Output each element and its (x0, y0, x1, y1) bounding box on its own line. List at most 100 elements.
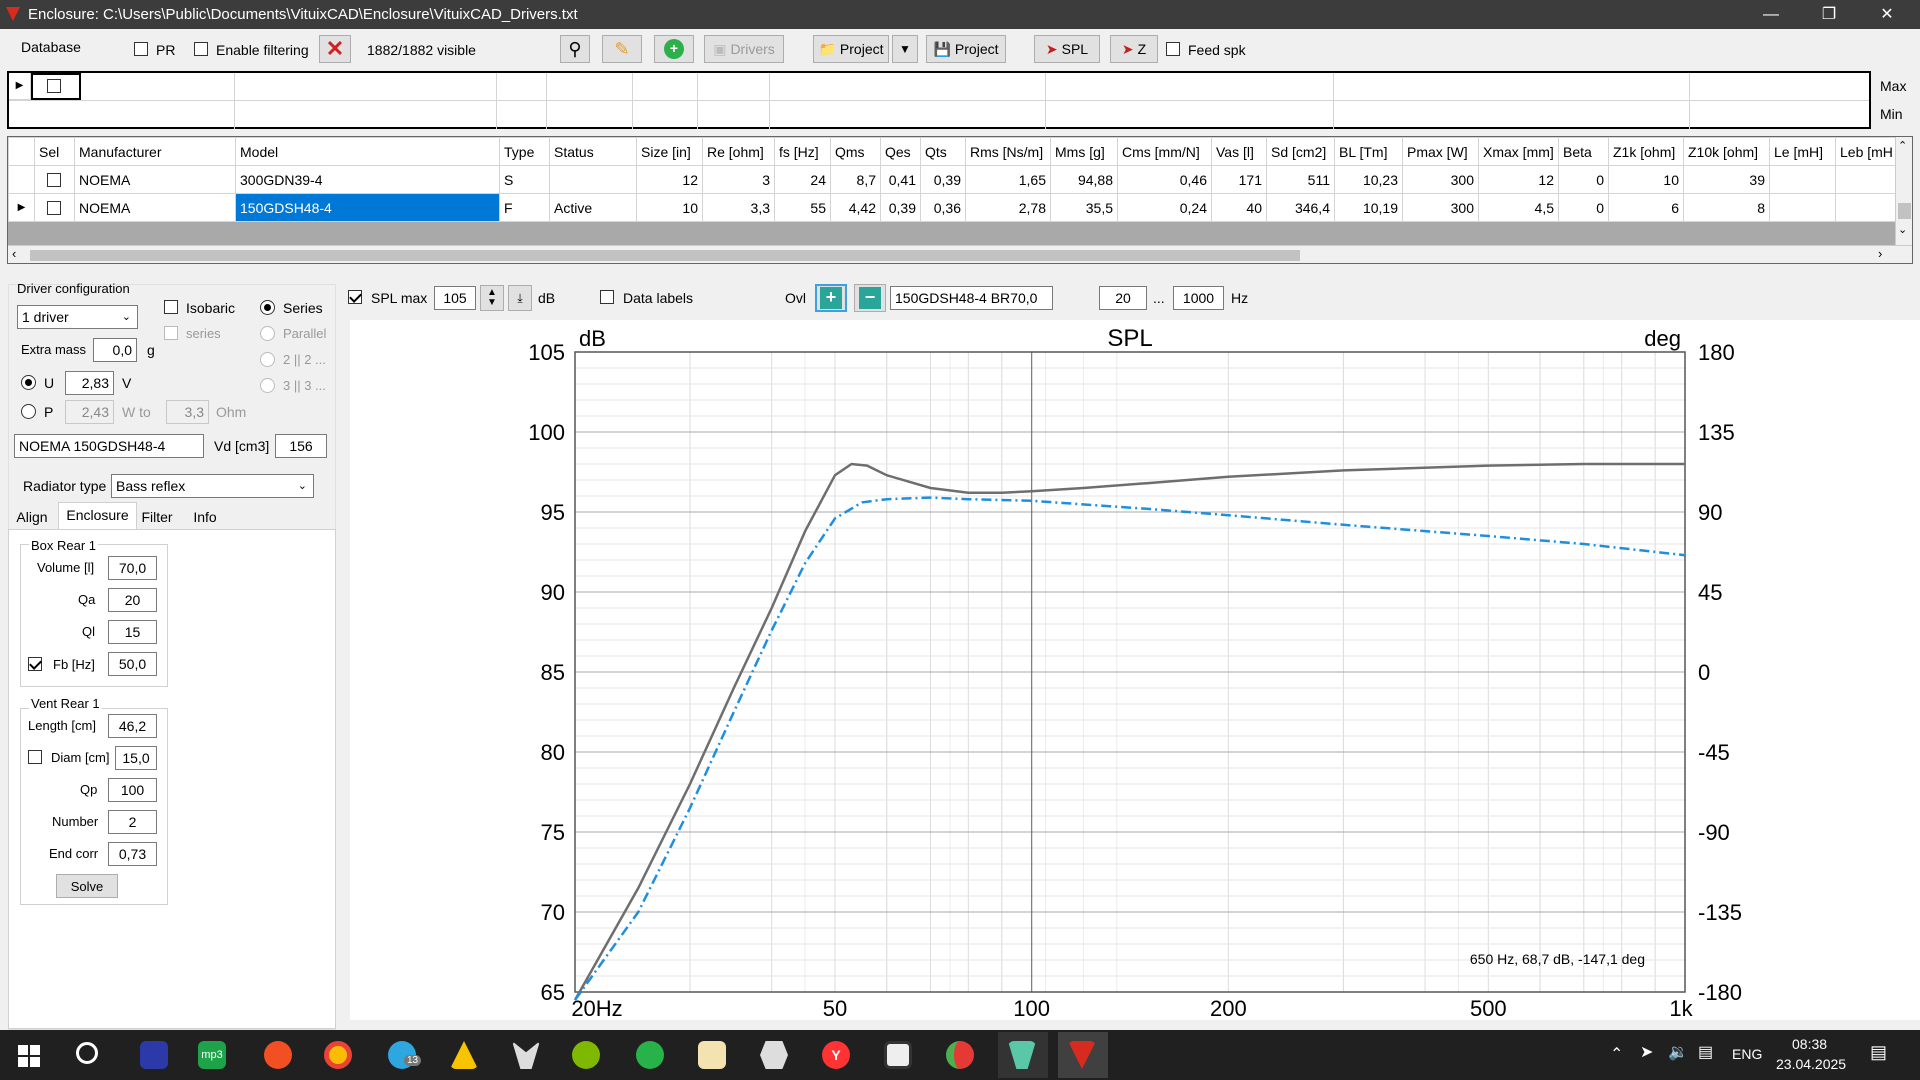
table-cell[interactable]: 8 (1683, 193, 1770, 222)
table-cell[interactable]: 10,23 (1334, 165, 1403, 194)
col-header[interactable]: Sel (34, 137, 75, 166)
table-cell[interactable]: 0,46 (1117, 165, 1212, 194)
power-radio[interactable] (21, 404, 36, 419)
table-cell[interactable]: 0,39 (880, 193, 921, 222)
volume-input[interactable]: 70,0 (108, 556, 157, 580)
table-cell[interactable] (1835, 165, 1898, 194)
row-select-checkbox[interactable] (47, 172, 61, 187)
freq-to-input[interactable]: 1000 (1173, 286, 1224, 310)
notepad-icon[interactable] (698, 1041, 726, 1069)
clock-date[interactable]: 23.04.2025 (1776, 1056, 1846, 1072)
table-cell[interactable]: 300GDN39-4 (235, 165, 500, 194)
table-cell[interactable]: 0,24 (1117, 193, 1212, 222)
spl-chart[interactable]: 105 100 95 90 85 80 75 70 65 180 135 90 45 0 -45 -90 -13… (350, 320, 1920, 1021)
ql-input[interactable]: 15 (108, 620, 157, 644)
freq-from-input[interactable]: 20 (1099, 286, 1147, 310)
col-header[interactable]: Sd [cm2] (1266, 137, 1335, 166)
spl-chart-svg[interactable]: 105 100 95 90 85 80 75 70 65 180 135 90 45 0 -45 -90 -13… (350, 320, 1920, 1021)
table-cell[interactable]: 0,36 (920, 193, 966, 222)
driver-name-input[interactable]: NOEMA 150GDSH48-4 (14, 434, 204, 458)
table-cell[interactable]: 6 (1608, 193, 1684, 222)
show-hidden-icons-icon[interactable]: ⌃ (1610, 1044, 1623, 1064)
series-radio[interactable] (260, 300, 275, 315)
qa-input[interactable]: 20 (108, 588, 157, 612)
table-cell[interactable]: 24 (774, 165, 831, 194)
table-cell[interactable]: 171 (1211, 165, 1267, 194)
end-corr-input[interactable]: 0,73 (108, 842, 157, 866)
tab-info[interactable]: Info (186, 505, 224, 529)
col-header[interactable]: Beta (1558, 137, 1609, 166)
close-button[interactable]: ✕ (1858, 0, 1916, 29)
table-cell[interactable]: 12 (636, 165, 703, 194)
chrome-icon[interactable] (324, 1041, 352, 1069)
project-dropdown-icon[interactable]: ▼ (892, 35, 918, 63)
power-input[interactable]: 2,43 (65, 400, 114, 424)
telegram-tray-icon[interactable]: ➤ (1640, 1042, 1653, 1062)
table-cell[interactable]: F (499, 193, 550, 222)
project-save-button[interactable]: 💾 Project (926, 35, 1006, 63)
col-header[interactable]: Cms [mm/N] (1117, 137, 1212, 166)
col-header[interactable]: Pmax [W] (1402, 137, 1479, 166)
table-cell[interactable]: 4,5 (1478, 193, 1559, 222)
col-header[interactable]: Qes (880, 137, 921, 166)
driver-count-select[interactable]: 1 driver ⌄ (17, 305, 138, 329)
table-cell[interactable]: 10,19 (1334, 193, 1403, 222)
table-cell[interactable]: 511 (1266, 165, 1335, 194)
table-cell-sel[interactable] (34, 193, 75, 222)
table-cell[interactable]: NOEMA (74, 193, 236, 222)
table-cell[interactable]: 8,7 (830, 165, 881, 194)
col-header[interactable]: Rms [Ns/m] (965, 137, 1051, 166)
col-header[interactable]: Qms (830, 137, 881, 166)
feed-spk-checkbox[interactable] (1166, 42, 1180, 56)
filter-sel-checkbox[interactable] (47, 79, 61, 93)
spl-max-step-icon[interactable]: ⤓ (508, 285, 532, 311)
table-cell[interactable]: 40 (1211, 193, 1267, 222)
ohm-input[interactable]: 3,3 (166, 400, 209, 424)
col-header[interactable]: Mms [g] (1050, 137, 1118, 166)
tab-align[interactable]: Align (10, 505, 54, 529)
table-cell[interactable]: 1,65 (965, 165, 1051, 194)
search-icon[interactable]: ⚲ (560, 35, 590, 63)
network-icon[interactable]: ▤ (1698, 1042, 1713, 1062)
table-cell[interactable]: 0 (1558, 165, 1609, 194)
data-labels-checkbox[interactable] (600, 290, 614, 304)
col-header[interactable]: Manufacturer (74, 137, 236, 166)
telegram-icon[interactable]: 13 (388, 1041, 422, 1069)
clock-time[interactable]: 08:38 (1792, 1036, 1827, 1052)
table-cell[interactable]: 0 (1558, 193, 1609, 222)
pr-checkbox[interactable] (134, 42, 148, 56)
project-open-button[interactable]: 📁 Project (813, 35, 889, 63)
table-cell[interactable]: 3 (702, 165, 775, 194)
horizontal-scrollbar[interactable]: ‹ › (8, 245, 1912, 263)
extra-mass-input[interactable]: 0,0 (93, 338, 137, 362)
tools-app-icon[interactable] (760, 1041, 788, 1069)
table-cell[interactable]: 12 (1478, 165, 1559, 194)
shield-app-icon[interactable] (946, 1041, 974, 1069)
add-driver-button[interactable]: + (654, 35, 694, 63)
table-cell[interactable]: Active (549, 193, 637, 222)
table-cell[interactable]: 55 (774, 193, 831, 222)
col-header[interactable]: Z1k [ohm] (1608, 137, 1684, 166)
music-player-icon[interactable] (264, 1041, 292, 1069)
fb-input[interactable]: 50,0 (108, 652, 157, 676)
scroll-down-icon[interactable]: ⌄ (1898, 223, 1907, 236)
table-cell[interactable]: 3,3 (702, 193, 775, 222)
overlay-add-button[interactable]: + (815, 284, 847, 312)
isobaric-checkbox[interactable] (164, 300, 178, 314)
col-header[interactable]: Status (549, 137, 637, 166)
table-cell[interactable] (549, 165, 637, 194)
robot-app-icon[interactable] (636, 1041, 664, 1069)
filter-sel-cell[interactable] (31, 73, 81, 100)
table-cell[interactable]: 2,78 (965, 193, 1051, 222)
scroll-right-icon[interactable]: › (1878, 246, 1882, 261)
table-cell-selected[interactable]: 150GDSH48-4 (235, 193, 500, 222)
col-header[interactable]: Re [ohm] (702, 137, 775, 166)
scroll-thumb[interactable] (1898, 203, 1911, 219)
opt3-radio[interactable] (260, 378, 275, 393)
spl-export-button[interactable]: ➤ SPL (1034, 35, 1100, 63)
z-export-button[interactable]: ➤ Z (1110, 35, 1158, 63)
audio-app-icon[interactable] (572, 1041, 600, 1069)
col-header[interactable]: Z10k [ohm] (1683, 137, 1770, 166)
drivers-button[interactable]: ▣ Drivers (704, 35, 784, 63)
opt2-radio[interactable] (260, 352, 275, 367)
